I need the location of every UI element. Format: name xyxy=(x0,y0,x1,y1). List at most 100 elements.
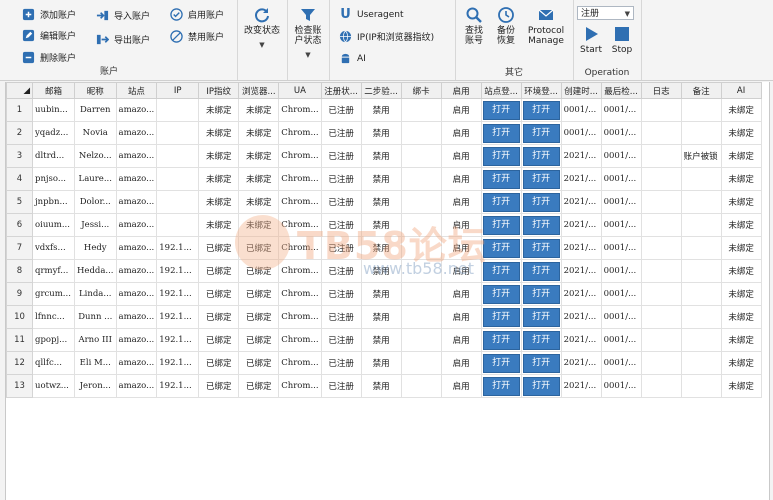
row-number[interactable]: 11 xyxy=(6,328,33,352)
log-cell[interactable] xyxy=(640,236,682,260)
table-row[interactable]: 12 qllfc... Eli M... amazo... 192.1... 已绑定 已绑定… xyxy=(6,351,762,375)
table-row[interactable]: 11 gpopj... Arno III amazo... 192.1... 已绑定 已绑定… xyxy=(6,328,762,352)
log-cell[interactable] xyxy=(640,98,682,122)
change-status-button[interactable]: 改变状态 ▼ xyxy=(239,6,285,50)
row-number[interactable]: 4 xyxy=(6,167,33,191)
site-cell[interactable]: amazo... xyxy=(115,144,158,168)
two-step-cell[interactable]: 禁用 xyxy=(360,144,402,168)
ai-cell[interactable]: 未绑定 xyxy=(720,190,762,214)
register-status-cell[interactable]: 已注册 xyxy=(320,121,362,145)
row-number[interactable]: 10 xyxy=(6,305,33,329)
ip-cell[interactable]: 192.1... xyxy=(156,282,200,306)
env-login-button[interactable]: 打开 xyxy=(522,100,560,120)
ua-cell[interactable]: Chrom... xyxy=(278,351,322,375)
bind-card-cell[interactable] xyxy=(400,351,442,375)
browser-cell[interactable]: 已绑定 xyxy=(238,351,280,375)
register-status-cell[interactable]: 已注册 xyxy=(320,305,362,329)
nickname-cell[interactable]: Nelzo... xyxy=(74,144,117,168)
env-login-button[interactable]: 打开 xyxy=(522,353,560,373)
log-cell[interactable] xyxy=(640,282,682,306)
ip-cell[interactable]: 192.1... xyxy=(156,259,200,283)
nickname-cell[interactable]: Hedda... xyxy=(74,259,117,283)
register-status-cell[interactable]: 已注册 xyxy=(320,167,362,191)
register-status-cell[interactable]: 已注册 xyxy=(320,98,362,122)
created-time-cell[interactable]: 2021/... xyxy=(560,328,602,352)
two-step-cell[interactable]: 禁用 xyxy=(360,351,402,375)
ai-cell[interactable]: 未绑定 xyxy=(720,351,762,375)
ua-cell[interactable]: Chrom... xyxy=(278,167,322,191)
browser-cell[interactable]: 已绑定 xyxy=(238,259,280,283)
enabled-cell[interactable]: 启用 xyxy=(440,121,482,145)
env-login-button[interactable]: 打开 xyxy=(522,215,560,235)
site-cell[interactable]: amazo... xyxy=(115,351,158,375)
last-check-cell[interactable]: 0001/... xyxy=(600,305,642,329)
ip-cell[interactable]: 192.1... xyxy=(156,328,200,352)
note-cell[interactable] xyxy=(680,98,722,122)
last-check-cell[interactable]: 0001/... xyxy=(600,374,642,398)
last-check-cell[interactable]: 0001/... xyxy=(600,259,642,283)
log-cell[interactable] xyxy=(640,121,682,145)
table-row[interactable]: 7 vdxfs... Hedy amazo... 192.1... 已绑定 已绑定 Chrom… xyxy=(6,236,762,260)
register-status-cell[interactable]: 已注册 xyxy=(320,282,362,306)
log-cell[interactable] xyxy=(640,190,682,214)
site-cell[interactable]: amazo... xyxy=(115,305,158,329)
ip-fingerprint-cell[interactable]: 已绑定 xyxy=(198,328,240,352)
env-login-button[interactable]: 打开 xyxy=(522,307,560,327)
note-cell[interactable] xyxy=(680,374,722,398)
nickname-cell[interactable]: Darren xyxy=(74,98,117,122)
two-step-cell[interactable]: 禁用 xyxy=(360,213,402,237)
note-cell[interactable] xyxy=(680,328,722,352)
check-account-button[interactable]: 查找账号 xyxy=(459,6,489,46)
note-cell[interactable] xyxy=(680,190,722,214)
log-cell[interactable] xyxy=(640,374,682,398)
nickname-cell[interactable]: Linda... xyxy=(74,282,117,306)
enabled-cell[interactable]: 启用 xyxy=(440,282,482,306)
column-header[interactable]: 注册状... xyxy=(320,82,362,99)
site-cell[interactable]: amazo... xyxy=(115,98,158,122)
register-status-cell[interactable]: 已注册 xyxy=(320,144,362,168)
email-cell[interactable]: gpopj... xyxy=(32,328,75,352)
site-login-button[interactable]: 打开 xyxy=(482,192,520,212)
disable-account-button[interactable]: 禁用账户 xyxy=(170,30,224,43)
log-cell[interactable] xyxy=(640,351,682,375)
column-header[interactable]: 最后检... xyxy=(600,82,642,99)
row-number[interactable]: 9 xyxy=(6,282,33,306)
register-status-cell[interactable]: 已注册 xyxy=(320,190,362,214)
site-login-button[interactable]: 打开 xyxy=(482,146,520,166)
table-row[interactable]: 10 lfnnc... Dunn ... amazo... 192.1... 已绑定 已绑定… xyxy=(6,305,762,329)
row-number[interactable]: 13 xyxy=(6,374,33,398)
row-number[interactable]: 8 xyxy=(6,259,33,283)
ip-fingerprint-cell[interactable]: 已绑定 xyxy=(198,282,240,306)
check-status-button[interactable]: 检查账户状态 ▼ xyxy=(289,6,327,60)
column-header[interactable]: 浏览器... xyxy=(238,82,280,99)
site-cell[interactable]: amazo... xyxy=(115,374,158,398)
log-cell[interactable] xyxy=(640,144,682,168)
row-number[interactable]: 6 xyxy=(6,213,33,237)
ai-cell[interactable]: 未绑定 xyxy=(720,121,762,145)
two-step-cell[interactable]: 禁用 xyxy=(360,167,402,191)
column-header[interactable]: 站点登... xyxy=(480,82,522,99)
column-header[interactable]: 日志 xyxy=(640,82,682,99)
email-cell[interactable]: uubin... xyxy=(32,98,75,122)
row-number[interactable]: 5 xyxy=(6,190,33,214)
note-cell[interactable] xyxy=(680,121,722,145)
add-account-button[interactable]: 添加账户 xyxy=(22,8,76,21)
ua-cell[interactable]: Chrom... xyxy=(278,213,322,237)
created-time-cell[interactable]: 2021/... xyxy=(560,236,602,260)
email-cell[interactable]: yqadz... xyxy=(32,121,75,145)
ai-cell[interactable]: 未绑定 xyxy=(720,236,762,260)
env-login-button[interactable]: 打开 xyxy=(522,192,560,212)
log-cell[interactable] xyxy=(640,213,682,237)
bind-card-cell[interactable] xyxy=(400,144,442,168)
env-login-button[interactable]: 打开 xyxy=(522,123,560,143)
note-cell[interactable] xyxy=(680,259,722,283)
ua-cell[interactable]: Chrom... xyxy=(278,236,322,260)
table-row[interactable]: 3 dltrd... Nelzo... amazo... 未绑定 未绑定 Chrom... 已… xyxy=(6,144,762,168)
site-login-button[interactable]: 打开 xyxy=(482,353,520,373)
created-time-cell[interactable]: 2021/... xyxy=(560,144,602,168)
enabled-cell[interactable]: 启用 xyxy=(440,305,482,329)
two-step-cell[interactable]: 禁用 xyxy=(360,98,402,122)
register-status-cell[interactable]: 已注册 xyxy=(320,213,362,237)
note-cell[interactable]: 账户被锁 xyxy=(680,144,722,168)
corner-header[interactable]: ◢ xyxy=(6,82,33,99)
